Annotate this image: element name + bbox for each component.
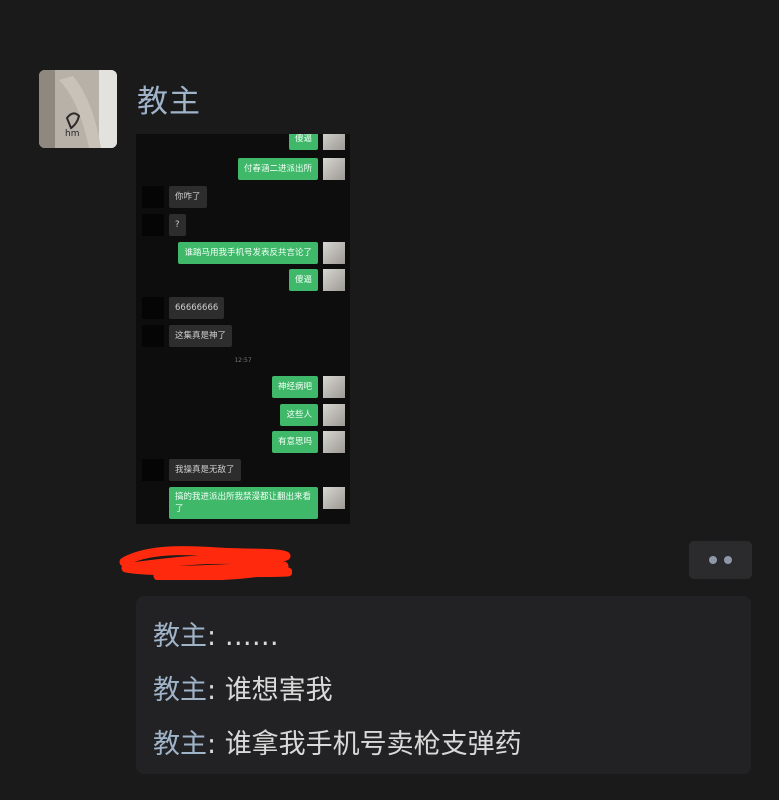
chat-row: 搞的我进派出所我禁漫都让翻出来看了 <box>136 487 350 521</box>
chat-row: 谁踏马用我手机号发表反共言论了 <box>136 242 350 264</box>
chat-row: 你咋了 <box>136 186 350 208</box>
outgoing-bubble: 有意思吗 <box>271 431 318 453</box>
tattoo-photo-image: hm <box>39 70 117 148</box>
sender-avatar <box>323 269 345 291</box>
chat-row: 我操真是无敌了 <box>136 459 350 481</box>
sender-avatar <box>323 134 345 150</box>
comment-item[interactable]: 教主: …… <box>153 614 279 653</box>
sender-avatar <box>323 487 345 509</box>
incoming-bubble: 我操真是无敌了 <box>169 459 241 481</box>
outgoing-bubble: 傻逼 <box>288 269 318 291</box>
outgoing-bubble: 神经病吧 <box>271 376 318 398</box>
chat-row: 这集真是神了 <box>136 325 350 347</box>
comment-section: 教主: …… 教主: 谁想害我 教主: 谁拿我手机号卖枪支弹药 <box>136 596 751 774</box>
comment-separator: : <box>207 729 225 760</box>
chat-row: 66666666 <box>136 297 350 319</box>
chat-row: 傻逼 <box>136 269 350 291</box>
sender-avatar <box>323 404 345 426</box>
contact-avatar <box>142 186 164 208</box>
author-avatar[interactable]: hm <box>39 70 117 148</box>
sender-avatar <box>323 242 345 264</box>
comment-author[interactable]: 教主 <box>153 621 207 652</box>
sender-avatar <box>323 158 345 180</box>
chat-row: 有意思吗 <box>136 431 350 453</box>
comment-author[interactable]: 教主 <box>153 729 207 760</box>
incoming-bubble: 这集真是神了 <box>169 325 233 347</box>
svg-text:hm: hm <box>65 129 79 139</box>
comment-item[interactable]: 教主: 谁想害我 <box>153 668 333 707</box>
comment-separator: : <box>207 621 225 652</box>
chat-row: 傻逼 <box>136 134 350 156</box>
comment-separator: : <box>207 675 225 706</box>
contact-avatar <box>142 214 164 236</box>
chat-row: 付春涵二进派出所 <box>136 158 350 180</box>
contact-avatar <box>142 325 164 347</box>
outgoing-bubble: 付春涵二进派出所 <box>237 158 318 180</box>
author-name[interactable]: 教主 <box>137 76 201 121</box>
contact-avatar <box>142 297 164 319</box>
comment-text: 谁想害我 <box>224 675 333 706</box>
contact-avatar <box>142 459 164 481</box>
chat-row: 神经病吧 <box>136 376 350 398</box>
outgoing-bubble: 谁踏马用我手机号发表反共言论了 <box>178 242 318 264</box>
comment-text: …… <box>224 621 279 652</box>
outgoing-bubble: 傻逼 <box>288 134 318 150</box>
sender-avatar <box>323 376 345 398</box>
outgoing-bubble: 搞的我进派出所我禁漫都让翻出来看了 <box>169 487 318 519</box>
sender-avatar <box>323 431 345 453</box>
incoming-bubble: ? <box>169 214 186 236</box>
chat-screenshot-image[interactable]: 傻逼 付春涵二进派出所 你咋了 ? 谁踏马用我手机号发表反共言论了 傻逼 666… <box>136 134 350 524</box>
incoming-bubble: 66666666 <box>169 297 225 319</box>
more-options-button[interactable] <box>689 541 752 579</box>
chat-row: 这些人 <box>136 404 350 426</box>
chat-timestamp: 12:57 <box>234 357 252 364</box>
redaction-scribble <box>119 546 292 580</box>
incoming-bubble: 你咋了 <box>169 186 207 208</box>
comment-text: 谁拿我手机号卖枪支弹药 <box>224 729 522 760</box>
chat-row: ? <box>136 214 350 236</box>
outgoing-bubble: 这些人 <box>280 404 318 426</box>
comment-item[interactable]: 教主: 谁拿我手机号卖枪支弹药 <box>153 722 522 761</box>
comment-author[interactable]: 教主 <box>153 675 207 706</box>
